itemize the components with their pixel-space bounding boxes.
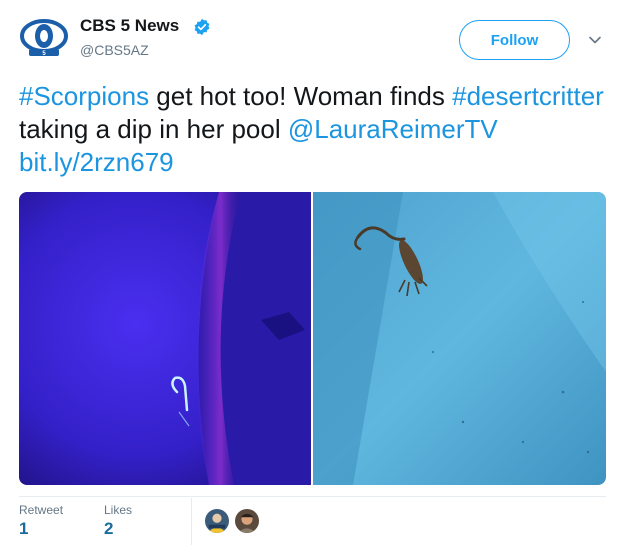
tweet-card: 5 CBS 5 News @CBS5AZ Follow #Scorpions g… (0, 0, 624, 555)
chevron-down-icon[interactable] (588, 33, 602, 47)
divider (191, 498, 192, 545)
retweet-label: Retweet (19, 503, 64, 517)
handle[interactable]: @CBS5AZ (80, 42, 149, 58)
likes-label: Likes (104, 503, 133, 517)
photo-uv-scorpion[interactable] (19, 192, 311, 485)
likes-stat[interactable]: Likes 2 (104, 503, 132, 539)
retweet-stat[interactable]: Retweet 1 (19, 503, 63, 539)
likes-count: 2 (104, 519, 114, 538)
retweet-count: 1 (19, 519, 29, 538)
pool-photo (313, 192, 606, 485)
liker-avatar[interactable] (204, 508, 230, 534)
photo-pool-scorpion[interactable] (313, 192, 606, 485)
divider (19, 496, 606, 497)
tweet-link[interactable]: bit.ly/2rzn679 (19, 147, 174, 177)
display-name[interactable]: CBS 5 News (80, 16, 179, 36)
mention-laurareimertv[interactable]: @LauraReimerTV (288, 114, 498, 144)
hashtag-scorpions[interactable]: #Scorpions (19, 81, 149, 111)
follow-button[interactable]: Follow (459, 20, 570, 60)
hashtag-desertcritter[interactable]: #desertcritter (452, 81, 604, 111)
verified-badge-icon (194, 18, 210, 36)
user-avatar-icon (235, 509, 259, 533)
avatar[interactable]: 5 (19, 14, 69, 64)
liker-avatar[interactable] (234, 508, 260, 534)
media-grid (19, 192, 606, 485)
uv-light-photo (19, 192, 311, 485)
cbs5-logo-icon: 5 (20, 15, 68, 63)
tweet-text: #Scorpions get hot too! Woman finds #des… (19, 80, 609, 179)
tweet-text-part: get hot too! Woman finds (149, 81, 453, 111)
user-avatar-icon (205, 509, 229, 533)
tweet-text-part: taking a dip in her pool (19, 114, 288, 144)
